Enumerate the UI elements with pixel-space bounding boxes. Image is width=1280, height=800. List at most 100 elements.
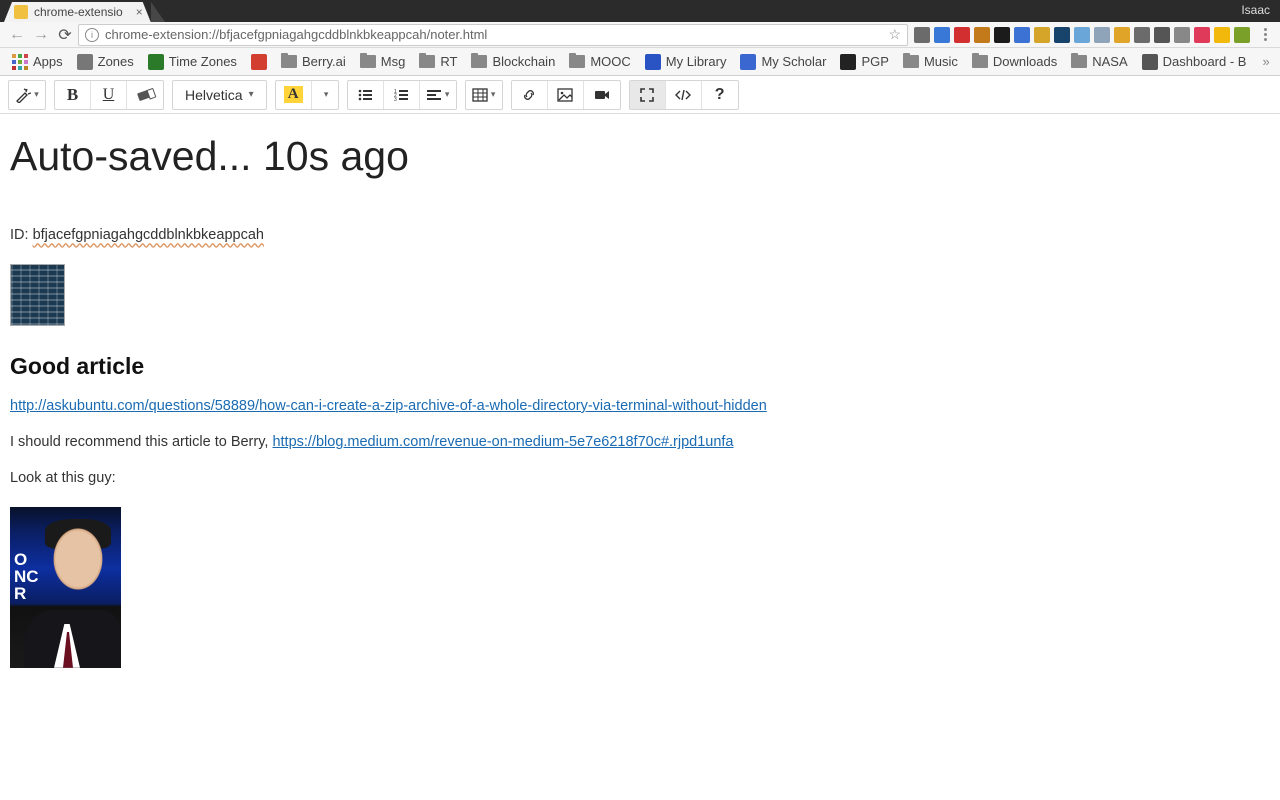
image-button[interactable] — [548, 81, 584, 109]
bookmark-item-Blockchain[interactable]: Blockchain — [465, 51, 561, 72]
plus-icon[interactable] — [1074, 27, 1090, 43]
site-icon — [77, 54, 93, 70]
portrait-bg-text: O NC R — [14, 551, 39, 602]
align-left-icon — [426, 87, 442, 103]
askubuntu-link[interactable]: http://askubuntu.com/questions/58889/how… — [10, 398, 767, 414]
font-family-picker[interactable]: Helvetica — [173, 81, 266, 109]
medium-link[interactable]: https://blog.medium.com/revenue-on-mediu… — [272, 434, 733, 450]
id-value: bfjacefgpniagahgcddblnkbkeappcah — [33, 227, 264, 243]
site-icon — [148, 54, 164, 70]
forward-button[interactable]: → — [30, 24, 52, 46]
font-family-label: Helvetica — [185, 87, 243, 103]
ordered-list-button[interactable]: 123 — [384, 81, 420, 109]
humble-icon[interactable] — [974, 27, 990, 43]
bookmark-label: MOOC — [590, 54, 630, 69]
save-icon[interactable] — [1154, 27, 1170, 43]
bookmark-item-gmail-icon[interactable] — [245, 51, 273, 73]
unordered-list-button[interactable] — [348, 81, 384, 109]
address-bar[interactable]: i chrome-extension://bfjacefgpniagahgcdd… — [78, 24, 908, 46]
browser-tab[interactable]: chrome-extensio × — [4, 2, 151, 22]
highlight-color-dropdown[interactable] — [312, 81, 338, 109]
keep-icon[interactable] — [1214, 27, 1230, 43]
page-title: Auto-saved... 10s ago — [10, 128, 1270, 185]
bookmark-item-Apps[interactable]: Apps — [6, 51, 69, 73]
link-paragraph-1: http://askubuntu.com/questions/58889/how… — [10, 396, 1270, 416]
tab-strip: chrome-extensio × — [0, 0, 165, 22]
table-button[interactable] — [466, 81, 502, 109]
screenshot-icon[interactable] — [1174, 27, 1190, 43]
folder-icon — [360, 55, 376, 68]
editor-content[interactable]: Auto-saved... 10s ago ID: bfjacefgpniaga… — [0, 114, 1280, 682]
chrome-menu-icon[interactable] — [1256, 28, 1274, 41]
folder-icon — [281, 55, 297, 68]
help-icon: ? — [715, 86, 725, 104]
fullscreen-icon — [639, 87, 655, 103]
calendar-icon[interactable] — [1014, 27, 1030, 43]
thumbnail-image[interactable] — [10, 264, 65, 326]
bookmark-label: PGP — [861, 54, 888, 69]
cast-icon[interactable] — [914, 27, 930, 43]
tab-title: chrome-extensio — [34, 5, 123, 19]
bookmark-label: NASA — [1092, 54, 1127, 69]
bookmark-label: My Scholar — [761, 54, 826, 69]
clear-format-button[interactable] — [127, 81, 163, 109]
bookmark-item-Berry.ai[interactable]: Berry.ai — [275, 51, 352, 72]
pushbullet-icon[interactable] — [1194, 27, 1210, 43]
wand-icon — [15, 87, 31, 103]
bookmark-item-My Scholar[interactable]: My Scholar — [734, 51, 832, 73]
blocker-icon[interactable] — [994, 27, 1010, 43]
bookmark-item-Dashboard - B[interactable]: Dashboard - B — [1136, 51, 1253, 73]
bookmark-item-Downloads[interactable]: Downloads — [966, 51, 1063, 72]
bookmark-label: Music — [924, 54, 958, 69]
bookmark-item-MOOC[interactable]: MOOC — [563, 51, 636, 72]
bookmark-star-icon[interactable]: ☆ — [888, 26, 901, 43]
bookmark-item-Msg[interactable]: Msg — [354, 51, 412, 72]
highlight-icon: A — [284, 86, 303, 103]
new-tab-button[interactable] — [151, 2, 165, 22]
site-icon — [840, 54, 856, 70]
bookmark-item-NASA[interactable]: NASA — [1065, 51, 1133, 72]
clock-icon[interactable] — [1054, 27, 1070, 43]
bookmark-label: Blockchain — [492, 54, 555, 69]
bookmark-item-Time Zones[interactable]: Time Zones — [142, 51, 243, 73]
editor-toolbar: B U Helvetica A 123 — [0, 76, 1280, 114]
lock-icon[interactable] — [1034, 27, 1050, 43]
highlight-color-button[interactable]: A — [276, 81, 312, 109]
grid-icon[interactable] — [1094, 27, 1110, 43]
bookmarks-overflow-icon[interactable]: » — [1256, 54, 1275, 69]
video-icon — [594, 87, 610, 103]
bold-button[interactable]: B — [55, 81, 91, 109]
paragraph-align-button[interactable] — [420, 81, 456, 109]
video-button[interactable] — [584, 81, 620, 109]
folder-icon — [569, 55, 585, 68]
underline-button[interactable]: U — [91, 81, 127, 109]
bookmark-item-My Library[interactable]: My Library — [639, 51, 733, 73]
help-button[interactable]: ? — [702, 81, 738, 109]
adblock-icon[interactable] — [954, 27, 970, 43]
brush-icon[interactable] — [1234, 27, 1250, 43]
site-icon — [740, 54, 756, 70]
bookmark-item-Zones[interactable]: Zones — [71, 51, 140, 73]
site-info-icon[interactable]: i — [85, 28, 99, 42]
tab-close-icon[interactable]: × — [136, 5, 143, 19]
apps-icon — [12, 54, 28, 70]
bookmark-item-PGP[interactable]: PGP — [834, 51, 894, 73]
codeview-button[interactable] — [666, 81, 702, 109]
bookmark-item-RT[interactable]: RT — [413, 51, 463, 72]
bookmark-item-Music[interactable]: Music — [897, 51, 964, 72]
extension-icons — [910, 27, 1254, 43]
folder-icon — [903, 55, 919, 68]
link-button[interactable] — [512, 81, 548, 109]
bookmark-label: Zones — [98, 54, 134, 69]
fullscreen-button[interactable] — [630, 81, 666, 109]
bookmark-label: Dashboard - B — [1163, 54, 1247, 69]
back-button[interactable]: ← — [6, 24, 28, 46]
react-icon[interactable] — [1134, 27, 1150, 43]
portrait-image[interactable]: O NC R — [10, 507, 121, 668]
gear-icon[interactable] — [1114, 27, 1130, 43]
folder-icon — [419, 55, 435, 68]
reload-button[interactable]: ⟳ — [54, 24, 76, 46]
translate-icon[interactable] — [934, 27, 950, 43]
style-wand-button[interactable] — [9, 81, 45, 109]
id-line: ID: bfjacefgpniagahgcddblnkbkeappcah — [10, 225, 1270, 245]
